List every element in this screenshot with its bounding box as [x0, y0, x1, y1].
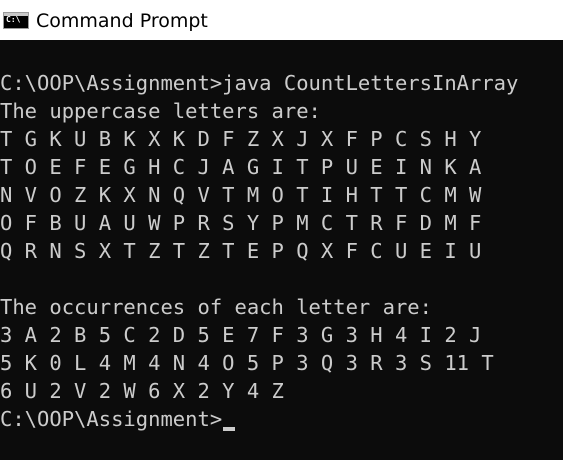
letters-row: Q R N S X T Z T Z T E P Q X F C U E I U	[0, 239, 482, 263]
console-line: The uppercase letters are:	[0, 99, 321, 123]
title-bar[interactable]: C:\ Command Prompt	[0, 0, 563, 40]
letters-row: O F B U A U W P R S Y P M C T R F D M F	[0, 211, 482, 235]
command-prompt-icon: C:\	[3, 12, 29, 29]
occurrences-row: 3 A 2 B 5 C 2 D 5 E 7 F 3 G 3 H 4 I 2 J	[0, 323, 482, 347]
occurrences-row: 6 U 2 V 2 W 6 X 2 Y 4 Z	[0, 379, 284, 403]
letters-row: N V O Z K X N Q V T M O T I H T T C M W	[0, 183, 482, 207]
letters-row: T O E F E G H C J A G I T P U E I N K A	[0, 155, 482, 179]
occurrences-row: 5 K 0 L 4 M 4 N 4 O 5 P 3 Q 3 R 3 S 11 T	[0, 351, 494, 375]
icon-glyph: C:\	[6, 15, 21, 24]
prompt-text: C:\OOP\Assignment>	[0, 407, 223, 431]
letters-row: T G K U B K X K D F Z X J X F P C S H Y	[0, 127, 482, 151]
window-title: Command Prompt	[36, 10, 208, 32]
command-prompt-window: C:\ Command Prompt C:\OOP\Assignment>jav…	[0, 0, 563, 460]
text-cursor	[223, 427, 236, 431]
console-output[interactable]: C:\OOP\Assignment>java CountLettersInArr…	[0, 41, 563, 460]
active-prompt[interactable]: C:\OOP\Assignment>	[0, 405, 236, 433]
command-line: C:\OOP\Assignment>java CountLettersInArr…	[0, 71, 519, 95]
console-line: The occurrences of each letter are:	[0, 295, 432, 319]
